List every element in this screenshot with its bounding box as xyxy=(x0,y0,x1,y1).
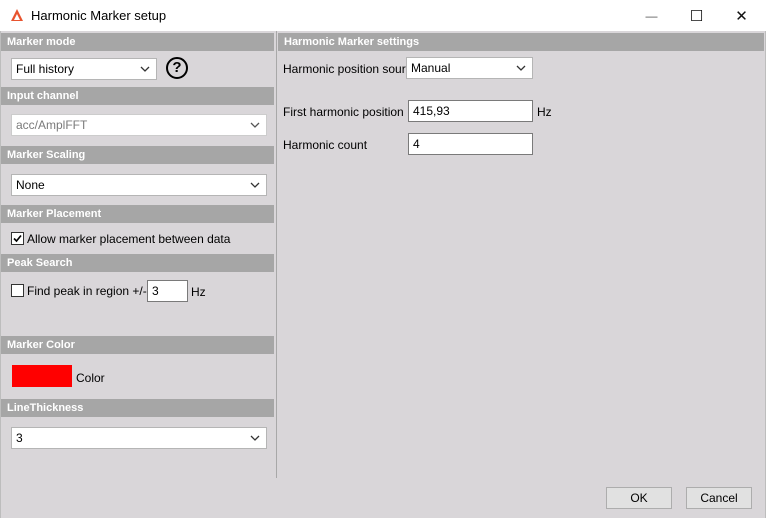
peak-search-header: Peak Search xyxy=(1,254,274,272)
cancel-button[interactable]: Cancel xyxy=(686,487,752,509)
harmonic-settings-header: Harmonic Marker settings xyxy=(278,33,764,51)
find-peak-label[interactable]: Find peak in region +/- xyxy=(27,284,147,298)
maximize-icon: ☐ xyxy=(689,7,704,25)
find-peak-checkbox[interactable] xyxy=(11,284,24,297)
peak-region-unit: Hz xyxy=(191,285,206,299)
app-logo-icon xyxy=(11,9,23,21)
marker-mode-select[interactable]: Full history xyxy=(11,58,157,80)
marker-scaling-value: None xyxy=(16,178,45,192)
allow-placement-checkbox[interactable] xyxy=(11,232,24,245)
allow-placement-label[interactable]: Allow marker placement between data xyxy=(27,232,230,246)
minimize-button[interactable]: — xyxy=(629,0,674,31)
line-thickness-select[interactable]: 3 xyxy=(11,427,267,449)
marker-scaling-select[interactable]: None xyxy=(11,174,267,196)
line-thickness-value: 3 xyxy=(16,431,23,445)
close-icon: ✕ xyxy=(735,7,748,25)
marker-color-header: Marker Color xyxy=(1,336,274,354)
input-channel-header: Input channel xyxy=(1,87,274,105)
harmonic-count-label: Harmonic count xyxy=(283,138,368,152)
maximize-button[interactable]: ☐ xyxy=(674,0,719,31)
chevron-down-icon xyxy=(250,435,260,441)
chevron-down-icon xyxy=(516,65,526,71)
peak-region-value: 3 xyxy=(152,284,159,298)
first-position-label: First harmonic position xyxy=(283,105,404,119)
ok-button[interactable]: OK xyxy=(606,487,672,509)
help-icon[interactable]: ? xyxy=(166,57,188,79)
harmonic-count-input[interactable]: 4 xyxy=(408,133,533,155)
first-position-input[interactable]: 415,93 xyxy=(408,100,533,122)
help-glyph: ? xyxy=(172,59,182,76)
input-channel-value: acc/AmplFFT xyxy=(16,118,88,132)
chevron-down-icon xyxy=(140,66,150,72)
peak-region-input[interactable]: 3 xyxy=(147,280,188,302)
marker-placement-header: Marker Placement xyxy=(1,205,274,223)
checkmark-icon xyxy=(13,234,22,243)
close-button[interactable]: ✕ xyxy=(719,0,764,31)
title-bar: Harmonic Marker setup — ☐ ✕ xyxy=(0,0,766,31)
input-channel-select: acc/AmplFFT xyxy=(11,114,267,136)
marker-color-swatch[interactable] xyxy=(12,365,72,387)
harmonic-count-value: 4 xyxy=(413,137,420,151)
minimize-icon: — xyxy=(645,8,658,23)
marker-color-label: Color xyxy=(76,371,105,385)
chevron-down-icon xyxy=(250,122,260,128)
marker-mode-header: Marker mode xyxy=(1,33,274,51)
line-thickness-header: LineThickness xyxy=(1,399,274,417)
marker-mode-value: Full history xyxy=(16,62,75,76)
first-position-value: 415,93 xyxy=(413,104,450,118)
window-title: Harmonic Marker setup xyxy=(31,8,167,23)
marker-scaling-header: Marker Scaling xyxy=(1,146,274,164)
first-position-unit: Hz xyxy=(537,105,552,119)
panel-divider xyxy=(276,31,277,478)
position-source-value: Manual xyxy=(411,61,451,75)
position-source-select[interactable]: Manual xyxy=(406,57,533,79)
position-source-label: Harmonic position source xyxy=(283,62,419,76)
chevron-down-icon xyxy=(250,182,260,188)
